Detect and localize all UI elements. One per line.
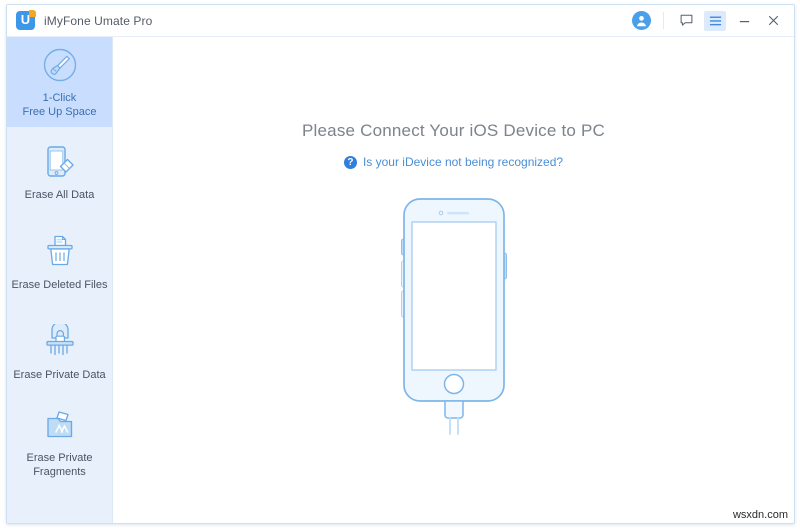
application-window: U iMyFone Umate Pro 1-Click Free Up Spac… <box>6 4 795 524</box>
watermark: wsxdn.com <box>732 509 788 521</box>
sidebar-item-label: Erase Deleted Files <box>11 279 108 291</box>
title-bar-separator <box>663 12 664 29</box>
sidebar-item-erase-all-data[interactable]: Erase All Data <box>7 127 112 217</box>
minimize-icon[interactable] <box>733 11 755 31</box>
sidebar-item-label: Erase Private Data <box>13 369 106 381</box>
folder-app-icon <box>42 405 78 445</box>
sidebar-item-label: 1-Click Free Up Space <box>19 91 101 119</box>
sidebar: 1-Click Free Up Space Erase All Data Era… <box>7 37 113 523</box>
minimize-glyph <box>739 20 749 22</box>
trash-can-glyph <box>46 235 73 266</box>
title-bar: U iMyFone Umate Pro <box>7 5 794 37</box>
iphone-cable-glyph <box>400 198 507 435</box>
close-icon[interactable] <box>762 11 784 31</box>
close-x-glyph <box>768 15 778 26</box>
sidebar-item-free-up-space[interactable]: 1-Click Free Up Space <box>7 37 112 127</box>
hamburger-glyph <box>709 16 721 25</box>
sidebar-item-erase-private-fragments[interactable]: Erase Private Fragments <box>7 397 112 487</box>
title-bar-controls <box>632 10 786 31</box>
app-logo-icon: U <box>16 10 36 30</box>
help-question-icon: ? <box>343 155 357 169</box>
device-not-recognized-link[interactable]: ? Is your iDevice not being recognized? <box>343 155 564 169</box>
page-title: Please Connect Your iOS Device to PC <box>302 121 605 140</box>
menu-icon[interactable] <box>704 10 726 31</box>
sidebar-label-line1: Erase Private <box>26 452 93 464</box>
phone-eraser-glyph <box>46 146 74 177</box>
app-logo-corner-accent <box>29 10 36 17</box>
sidebar-item-label: Erase All Data <box>24 189 95 201</box>
app-title: iMyFone Umate Pro <box>44 13 153 28</box>
trash-can-icon <box>43 232 77 272</box>
feedback-icon[interactable] <box>675 11 697 31</box>
phone-eraser-icon <box>43 142 77 182</box>
sidebar-item-erase-deleted-files[interactable]: Erase Deleted Files <box>7 217 112 307</box>
shredder-lock-glyph <box>45 324 74 355</box>
shredder-lock-icon <box>43 322 77 362</box>
sidebar-label-line1: 1-Click <box>42 92 77 104</box>
sidebar-item-erase-private-data[interactable]: Erase Private Data <box>7 307 112 397</box>
speech-bubble-glyph <box>680 14 692 26</box>
sidebar-label-line2: Fragments <box>33 466 86 478</box>
avatar-person-glyph <box>636 16 647 27</box>
sidebar-label-line2: Free Up Space <box>22 106 97 118</box>
iphone-illustration <box>379 191 529 446</box>
user-avatar-icon[interactable] <box>632 11 651 30</box>
broom-circle-icon <box>41 45 79 85</box>
window-body: 1-Click Free Up Space Erase All Data Era… <box>7 37 794 523</box>
device-not-recognized-label: Is your iDevice not being recognized? <box>362 155 564 169</box>
main-content: Please Connect Your iOS Device to PC ? I… <box>113 37 794 523</box>
folder-app-glyph <box>46 411 72 438</box>
broom-circle-glyph <box>43 48 76 82</box>
sidebar-item-label: Erase Private Fragments <box>22 451 96 479</box>
